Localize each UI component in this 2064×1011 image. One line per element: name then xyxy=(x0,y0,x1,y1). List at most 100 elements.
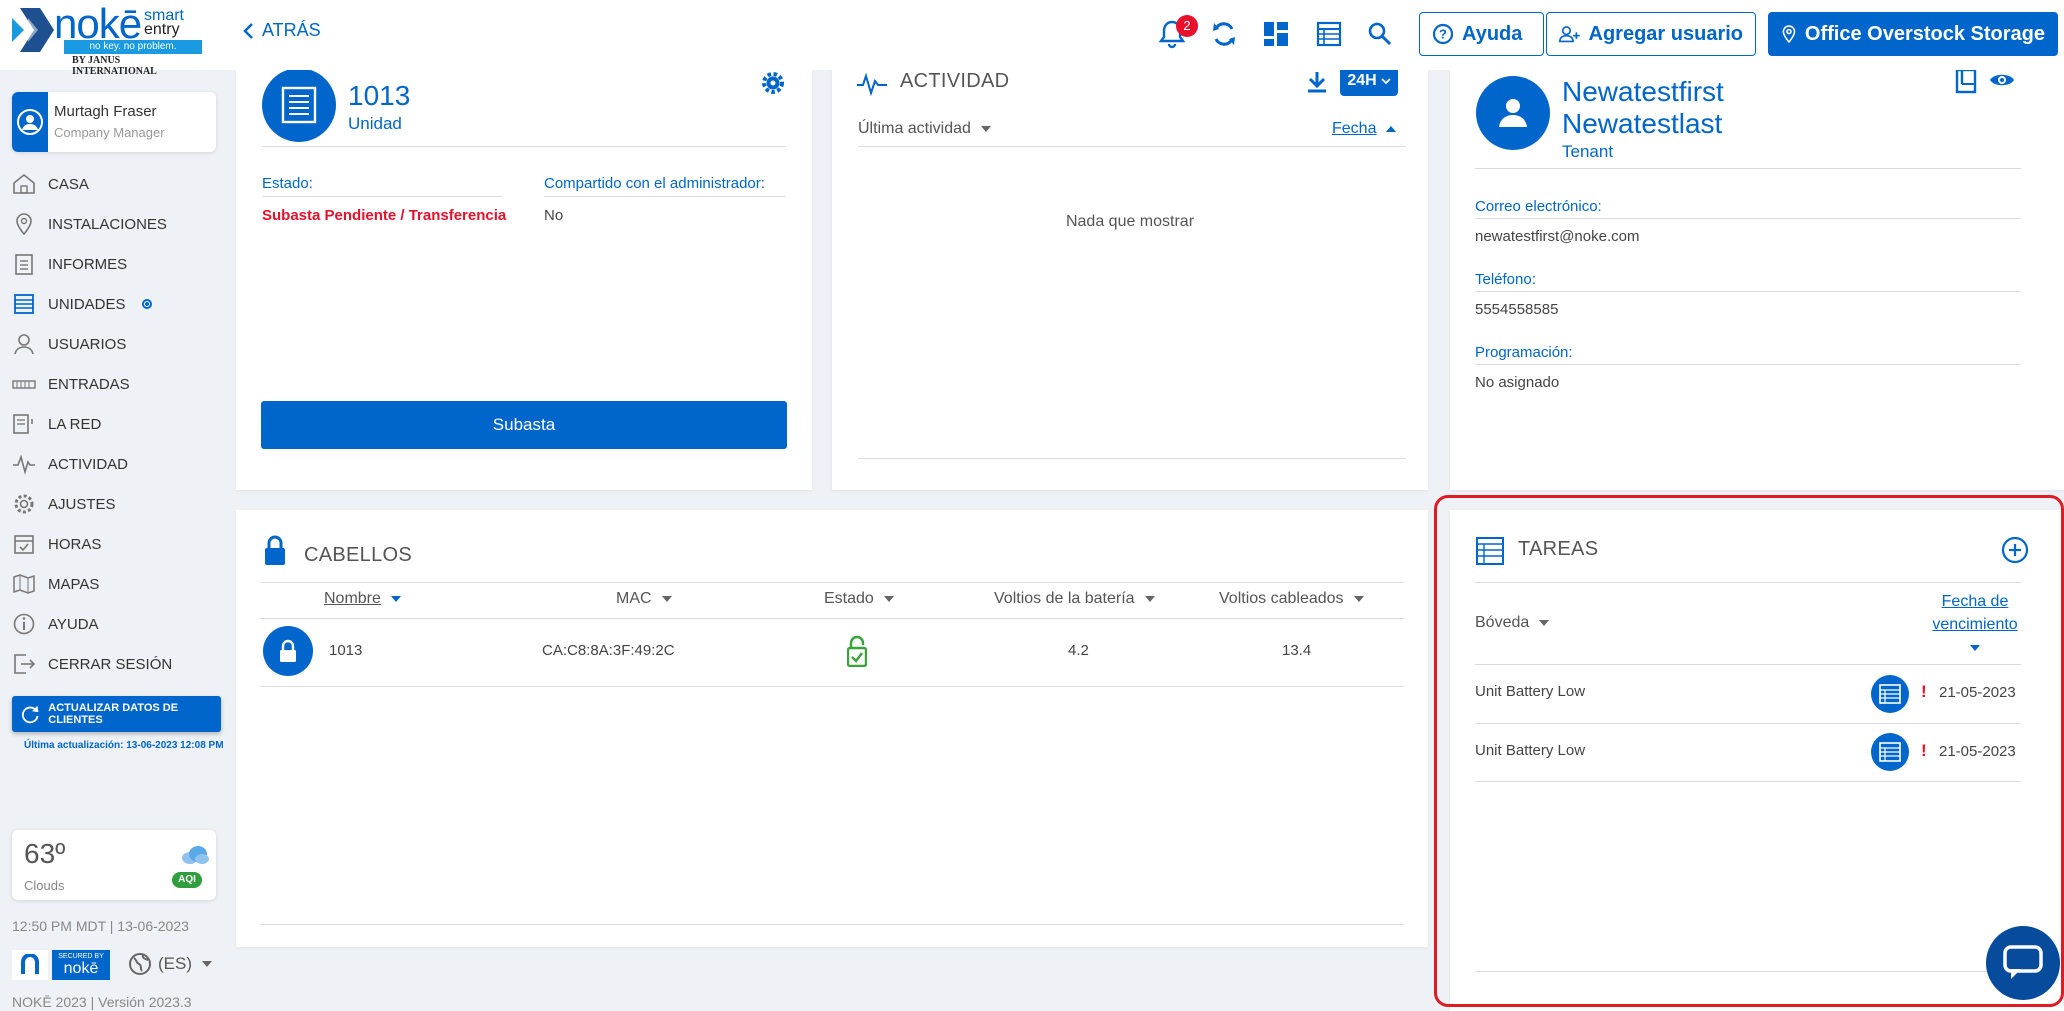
nav-item-facilities[interactable]: INSTALACIONES xyxy=(12,212,167,236)
nav-item-units[interactable]: UNIDADES xyxy=(12,292,152,316)
unit-type: Unidad xyxy=(348,114,402,133)
sort-due-date[interactable]: Fecha de vencimiento xyxy=(1920,590,2030,659)
nav-item-reports[interactable]: INFORMES xyxy=(12,252,127,276)
nav-item-network[interactable]: LA RED xyxy=(12,412,101,436)
col-date: Fecha xyxy=(1332,120,1377,137)
units-list-icon xyxy=(12,292,36,316)
chevron-down-icon xyxy=(202,961,212,967)
facility-selector-button[interactable]: Office Overstock Storage xyxy=(1768,12,2058,56)
nav-item-hours[interactable]: HORAS xyxy=(12,532,101,556)
phone-label: Teléfono: xyxy=(1475,271,1536,288)
table-row[interactable]: Unit Battery Low ! 21-05-2023 xyxy=(1475,724,2021,781)
nav-item-users[interactable]: USUARIOS xyxy=(12,332,126,356)
unit-settings-button[interactable] xyxy=(760,70,786,96)
help-icon xyxy=(12,612,36,636)
chevron-down-icon xyxy=(980,125,991,132)
nav-item-gates[interactable]: ENTRADAS xyxy=(12,372,130,396)
tenant-schedule: No asignado xyxy=(1475,374,1560,391)
nav-item-maps[interactable]: MAPAS xyxy=(12,572,99,596)
noke-logo[interactable]: nokē smart entry no key. no problem. BY … xyxy=(10,2,202,77)
sort-name[interactable]: Nombre xyxy=(324,590,401,608)
sort-date[interactable]: Fecha xyxy=(1332,120,1397,138)
divider xyxy=(262,146,786,147)
nav-label: INFORMES xyxy=(48,255,128,273)
divider xyxy=(1475,291,2021,292)
nav-item-settings[interactable]: AJUSTES xyxy=(12,492,116,516)
gate-icon xyxy=(12,372,36,396)
lock-battery-volts: 4.2 xyxy=(1068,642,1089,659)
lock-mac: CA:C8:8A:3F:49:2C xyxy=(542,642,675,659)
question-circle-icon: ? xyxy=(1432,23,1454,45)
user-role: Company Manager xyxy=(54,125,165,140)
version-text: NOKĒ 2023 | Versión 2023.3 xyxy=(12,994,192,1010)
back-button[interactable]: ATRÁS xyxy=(242,20,321,41)
time-range-select[interactable]: 24H xyxy=(1340,66,1398,96)
logo-entry: entry xyxy=(144,21,180,38)
divider xyxy=(544,196,786,197)
weather-temperature: 63º xyxy=(24,838,66,869)
add-task-button[interactable] xyxy=(2001,536,2029,564)
table-row[interactable]: 1013 CA:C8:8A:3F:49:2C 4.2 13.4 xyxy=(260,619,1404,677)
activity-icon xyxy=(857,72,887,96)
nav-item-logout[interactable]: CERRAR SESIÓN xyxy=(12,652,172,676)
chevron-down-icon xyxy=(1539,619,1550,626)
add-user-button[interactable]: Agregar usuario xyxy=(1546,12,1756,56)
sort-status[interactable]: Estado xyxy=(824,590,894,608)
sort-last-activity[interactable]: Última actividad xyxy=(858,120,991,138)
help-label: Ayuda xyxy=(1462,22,1523,45)
nav-item-activity[interactable]: ACTIVIDAD xyxy=(12,452,128,476)
nav-label: LA RED xyxy=(48,415,102,433)
col-name: Nombre xyxy=(324,590,381,607)
nav-label: ENTRADAS xyxy=(48,375,130,393)
refresh-icon xyxy=(21,705,39,724)
facility-label: Office Overstock Storage xyxy=(1804,22,2045,45)
download-button[interactable] xyxy=(1306,70,1328,94)
weather-condition: Clouds xyxy=(24,878,65,893)
sort-wired[interactable]: Voltios cableados xyxy=(1219,590,1364,608)
nav-item-home[interactable]: CASA xyxy=(12,172,89,196)
user-card[interactable]: Murtagh Fraser Company Manager xyxy=(12,92,216,152)
add-user-label: Agregar usuario xyxy=(1588,22,1743,45)
sync-button[interactable] xyxy=(1207,17,1241,51)
auction-button[interactable]: Subasta xyxy=(261,401,787,449)
units-list-button[interactable] xyxy=(1312,17,1346,51)
noke-mark-icon xyxy=(12,8,54,52)
language-selector[interactable]: (ES) xyxy=(128,952,212,976)
tenant-docs-button[interactable] xyxy=(1955,68,1977,94)
email-label: Correo electrónico: xyxy=(1475,198,1602,215)
sort-mac[interactable]: MAC xyxy=(616,590,672,608)
chevron-up-icon xyxy=(1386,125,1397,132)
svg-text:?: ? xyxy=(1439,27,1447,42)
update-customer-data-button[interactable]: ACTUALIZAR DATOS DE CLIENTES xyxy=(12,696,221,732)
nav-label: USUARIOS xyxy=(48,335,127,353)
divider xyxy=(1475,168,2021,169)
avatar xyxy=(12,92,48,152)
sort-vault[interactable]: Bóveda xyxy=(1475,614,1550,632)
gear-icon xyxy=(762,72,784,94)
user-icon xyxy=(1499,99,1527,127)
sort-battery[interactable]: Voltios de la batería xyxy=(994,590,1155,608)
tasks-title: TAREAS xyxy=(1518,538,1599,560)
tenant-view-button[interactable] xyxy=(1988,70,2016,90)
help-button[interactable]: ? Ayuda xyxy=(1419,12,1544,56)
col-due-2: vencimiento xyxy=(1932,616,2018,633)
lock-name: 1013 xyxy=(329,642,363,659)
house-icon xyxy=(12,172,36,196)
secured-by-badge: SECURED BY nokē xyxy=(12,950,110,980)
table-row[interactable]: Unit Battery Low ! 21-05-2023 xyxy=(1475,665,2021,722)
user-icon xyxy=(12,332,36,356)
col-vault: Bóveda xyxy=(1475,614,1530,631)
logo-by: BY JANUS INTERNATIONAL xyxy=(72,55,157,77)
task-alert: ! xyxy=(1921,741,1927,760)
search-button[interactable] xyxy=(1363,17,1397,51)
divider xyxy=(1475,582,2021,583)
download-icon xyxy=(1308,72,1326,93)
chat-button[interactable] xyxy=(1986,926,2060,1000)
nav-label: CASA xyxy=(48,175,89,193)
col-wired: Voltios cableados xyxy=(1219,590,1344,607)
divider xyxy=(262,196,502,197)
dashboard-button[interactable] xyxy=(1259,17,1293,51)
logout-icon xyxy=(12,652,36,676)
nav-item-help[interactable]: AYUDA xyxy=(12,612,99,636)
secured-brand: nokē xyxy=(63,960,99,977)
